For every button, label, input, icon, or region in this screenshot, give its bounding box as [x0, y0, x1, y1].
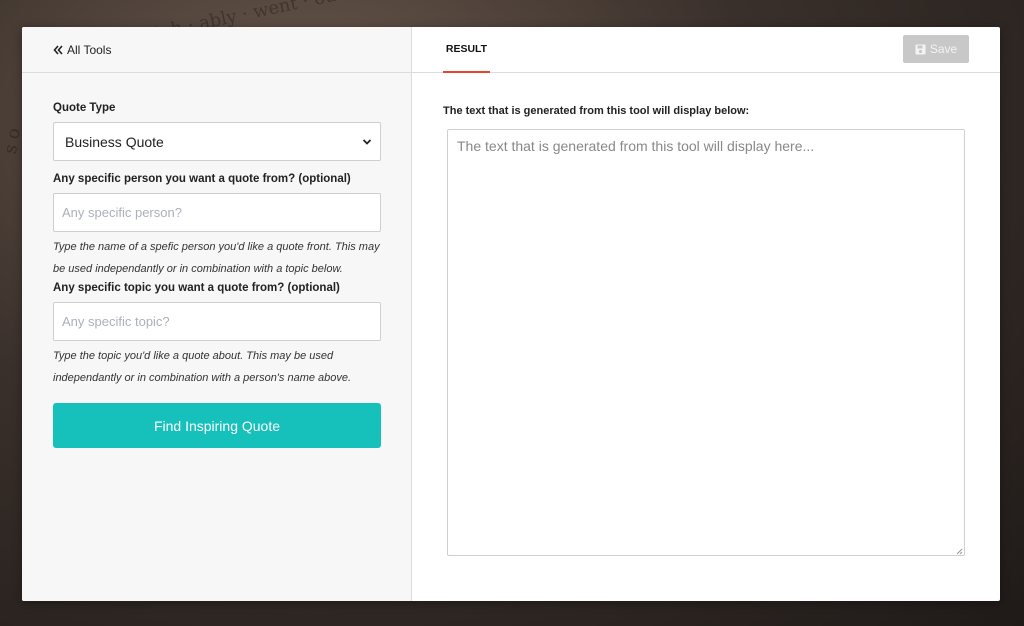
quote-type-value: Business Quote — [65, 133, 164, 150]
input-panel: All Tools Quote Type Business Quote Any … — [22, 27, 412, 601]
topic-help-text: Type the topic you'd like a quote about.… — [53, 350, 352, 384]
topic-input[interactable] — [53, 302, 381, 341]
all-tools-link[interactable]: All Tools — [53, 43, 111, 57]
person-input[interactable] — [53, 193, 381, 232]
quote-type-label: Quote Type — [53, 102, 116, 114]
resize-grip-icon[interactable] — [955, 547, 963, 555]
tab-result[interactable]: RESULT — [443, 27, 490, 73]
double-chevron-left-icon — [53, 44, 63, 55]
result-panel: RESULT Save The text that is generated f… — [412, 27, 1000, 601]
all-tools-label: All Tools — [67, 42, 112, 57]
find-quote-button[interactable]: Find Inspiring Quote — [53, 403, 381, 448]
floppy-disk-icon — [915, 44, 926, 54]
result-label: The text that is generated from this too… — [443, 105, 750, 117]
save-label: Save — [929, 42, 958, 56]
person-help-text: Type the name of a spefic person you'd l… — [53, 241, 380, 275]
quote-type-select[interactable]: Business Quote — [53, 122, 381, 161]
tool-card: All Tools Quote Type Business Quote Any … — [22, 27, 1000, 601]
result-textarea[interactable] — [447, 129, 965, 556]
result-panel-header: RESULT Save — [412, 27, 1000, 73]
quote-form: Quote Type Business Quote Any specific p… — [22, 73, 411, 448]
save-button[interactable]: Save — [903, 35, 969, 63]
input-panel-header: All Tools — [22, 27, 411, 73]
topic-label: Any specific topic you want a quote from… — [53, 282, 340, 294]
person-label: Any specific person you want a quote fro… — [53, 173, 351, 185]
chevron-down-icon — [362, 138, 372, 145]
